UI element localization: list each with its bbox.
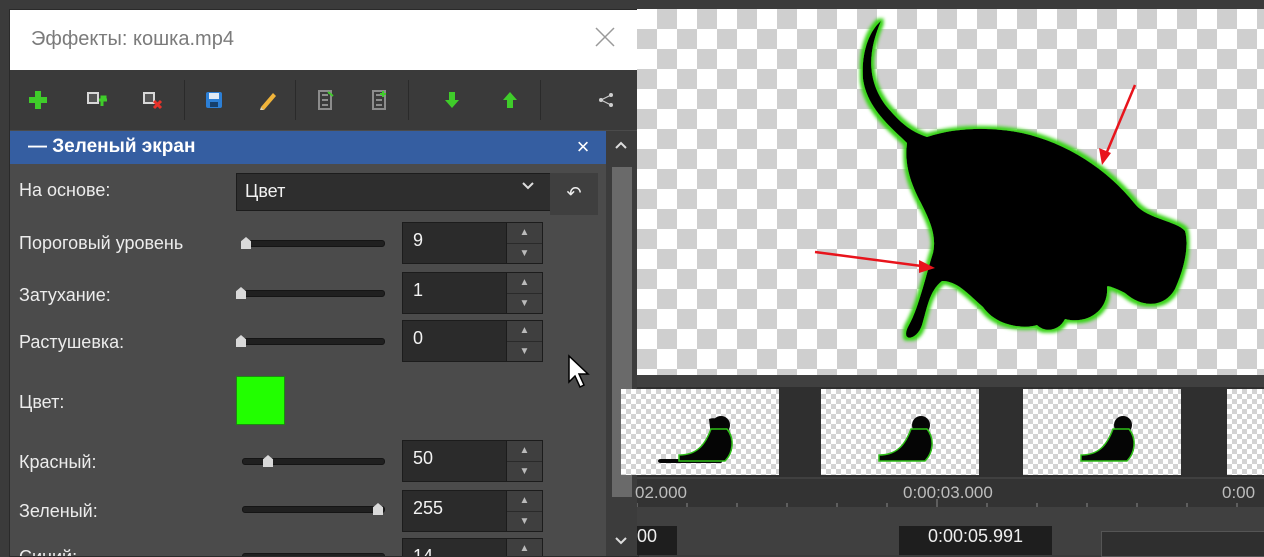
cat-silhouette bbox=[814, 21, 1187, 338]
move-up-icon[interactable] bbox=[496, 86, 524, 114]
green-label: Зеленый: bbox=[19, 501, 98, 521]
feather-slider[interactable] bbox=[242, 338, 385, 345]
effect-section-header[interactable]: — Зеленый экран × bbox=[10, 131, 606, 164]
green-stepper[interactable]: ▲ ▼ bbox=[506, 490, 543, 532]
effects-toolbar bbox=[10, 70, 638, 130]
red-input[interactable]: 50 ▲ ▼ bbox=[402, 440, 543, 482]
attenuation-stepper[interactable]: ▲ ▼ bbox=[506, 272, 543, 314]
timecode-current[interactable]: 0:00:05.991 bbox=[899, 526, 1052, 555]
toolbar-divider bbox=[408, 80, 409, 120]
frame-thumbnail[interactable] bbox=[821, 389, 979, 475]
green-input[interactable]: 255 ▲ ▼ bbox=[402, 490, 543, 532]
add-icon[interactable] bbox=[24, 86, 52, 114]
frame-thumbnail[interactable] bbox=[621, 389, 779, 475]
color-swatch[interactable] bbox=[236, 376, 285, 425]
film-out-icon[interactable] bbox=[366, 86, 394, 114]
threshold-value: 9 bbox=[413, 230, 424, 250]
blue-stepper[interactable]: ▲▼ bbox=[506, 538, 543, 556]
red-stepper[interactable]: ▲ ▼ bbox=[506, 440, 543, 482]
effect-section-title: — Зеленый экран bbox=[28, 136, 195, 158]
effects-dialog: Эффекты: кошка.mp4 — Зеленый экран × На … bbox=[9, 9, 639, 557]
attenuation-slider[interactable] bbox=[242, 290, 385, 297]
feather-value: 0 bbox=[413, 328, 424, 348]
stepper-down-icon[interactable]: ▼ bbox=[507, 243, 542, 263]
ruler-label: 02.000 bbox=[635, 483, 687, 502]
feather-label: Растушевка: bbox=[19, 332, 125, 352]
feather-stepper[interactable]: ▲ ▼ bbox=[506, 320, 543, 362]
ruler-label: 0:00:03.000 bbox=[903, 483, 993, 502]
green-value: 255 bbox=[413, 498, 444, 518]
stepper-up-icon[interactable]: ▲ bbox=[507, 491, 542, 510]
attenuation-slider-handle[interactable] bbox=[236, 287, 246, 299]
feather-slider-handle[interactable] bbox=[236, 335, 246, 347]
save-icon[interactable] bbox=[200, 86, 228, 114]
film-in-icon[interactable] bbox=[312, 86, 340, 114]
red-slider-handle[interactable] bbox=[263, 455, 273, 467]
effect-name: Зеленый экран bbox=[52, 136, 196, 157]
params-scrollbar[interactable] bbox=[606, 131, 638, 556]
ruler-label: 0:00 bbox=[1222, 483, 1256, 502]
green-slider-handle[interactable] bbox=[373, 503, 383, 515]
scroll-down-icon[interactable] bbox=[614, 535, 628, 549]
video-preview[interactable] bbox=[637, 9, 1264, 375]
threshold-stepper[interactable]: ▲ ▼ bbox=[506, 222, 543, 264]
stepper-down-icon[interactable]: ▼ bbox=[507, 293, 542, 313]
stepper-up-icon[interactable]: ▲ bbox=[507, 321, 542, 340]
stepper-down-icon[interactable]: ▼ bbox=[507, 341, 542, 361]
based-on-label: На основе: bbox=[19, 180, 111, 200]
color-label: Цвет: bbox=[19, 392, 65, 412]
based-on-value: Цвет bbox=[245, 181, 286, 201]
blue-input[interactable]: 14 ▲▼ bbox=[402, 538, 543, 557]
toolbar-divider bbox=[295, 80, 296, 120]
frame-thumbnail[interactable] bbox=[1023, 389, 1181, 475]
collapse-icon[interactable]: — bbox=[28, 136, 47, 157]
stepper-up-icon[interactable]: ▲ bbox=[507, 441, 542, 460]
threshold-slider[interactable] bbox=[242, 240, 385, 247]
frame-thumbnail[interactable] bbox=[1227, 389, 1264, 475]
stepper-up-icon[interactable]: ▲ bbox=[507, 223, 542, 242]
stepper-down-icon[interactable]: ▼ bbox=[507, 461, 542, 481]
attenuation-value: 1 bbox=[413, 280, 424, 300]
red-value: 50 bbox=[413, 448, 434, 468]
timeline-button[interactable] bbox=[1101, 531, 1264, 557]
reset-icon[interactable]: ↶ bbox=[550, 173, 598, 215]
timecode-start[interactable]: 00 bbox=[637, 526, 677, 555]
add-effect-icon[interactable] bbox=[82, 86, 110, 114]
move-down-icon[interactable] bbox=[438, 86, 466, 114]
remove-effect-close-icon[interactable]: × bbox=[570, 134, 596, 160]
attenuation-input[interactable]: 1 ▲ ▼ bbox=[402, 272, 543, 314]
feather-input[interactable]: 0 ▲ ▼ bbox=[402, 320, 543, 362]
stepper-up-icon[interactable]: ▲ bbox=[507, 273, 542, 292]
close-icon[interactable] bbox=[590, 22, 620, 52]
dialog-title: Эффекты: кошка.mp4 bbox=[31, 28, 234, 50]
based-on-select[interactable]: Цвет bbox=[236, 173, 552, 211]
red-label: Красный: bbox=[19, 452, 97, 472]
green-slider[interactable] bbox=[242, 506, 385, 513]
toolbar-divider bbox=[540, 80, 541, 120]
scroll-up-icon[interactable] bbox=[614, 139, 628, 153]
blue-value: 14 bbox=[413, 546, 434, 557]
stepper-down-icon[interactable]: ▼ bbox=[507, 511, 542, 531]
time-ruler[interactable]: 02.000 0:00:03.000 0:00 bbox=[635, 479, 1264, 507]
thumbnail-strip[interactable] bbox=[621, 387, 1264, 477]
toolbar-divider bbox=[184, 80, 185, 120]
edit-icon[interactable] bbox=[254, 86, 282, 114]
blue-slider[interactable] bbox=[242, 553, 385, 556]
dialog-titlebar: Эффекты: кошка.mp4 bbox=[10, 10, 638, 70]
chevron-down-icon[interactable] bbox=[521, 179, 535, 194]
mouse-cursor-icon bbox=[567, 354, 593, 395]
threshold-input[interactable]: 9 ▲ ▼ bbox=[402, 222, 543, 264]
timeline-panel: 02.000 0:00:03.000 0:00 00 0:00:05.991 bbox=[621, 375, 1264, 557]
threshold-label: Пороговый уровень bbox=[19, 233, 184, 253]
remove-effect-icon[interactable] bbox=[138, 86, 166, 114]
share-icon[interactable] bbox=[592, 86, 620, 114]
attenuation-label: Затухание: bbox=[19, 285, 111, 305]
blue-label: Синий: bbox=[19, 547, 78, 557]
stepper-up-icon[interactable]: ▲ bbox=[507, 539, 542, 556]
